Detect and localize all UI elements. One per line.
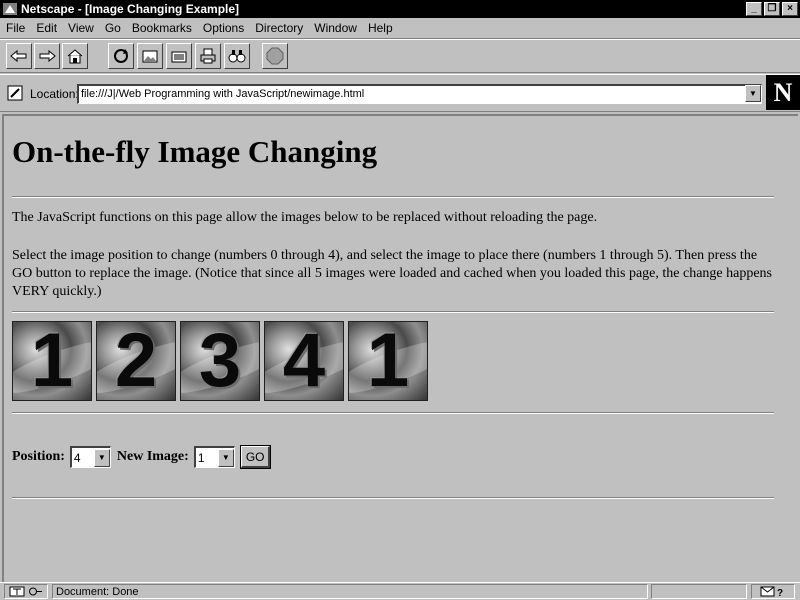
open-button[interactable]: [166, 43, 192, 69]
forward-button[interactable]: [34, 43, 60, 69]
back-button[interactable]: [6, 43, 32, 69]
print-icon: [200, 48, 216, 64]
position-select[interactable]: 4 ▼: [69, 446, 111, 468]
number-image-0: 1: [12, 321, 92, 401]
new-image-label: New Image:: [116, 449, 189, 464]
progress-bar: [651, 584, 747, 599]
images-icon: [142, 50, 158, 63]
horizontal-rule: [12, 311, 774, 313]
position-label: Position:: [12, 449, 65, 464]
print-button[interactable]: [195, 43, 221, 69]
location-label: Location:: [30, 87, 79, 101]
location-bar: Location: file:///J|/Web Programming wit…: [0, 74, 800, 112]
bookmark-page-icon[interactable]: [6, 84, 24, 102]
number-image-3: 4: [264, 321, 344, 401]
number-image-4: 1: [348, 321, 428, 401]
menu-window[interactable]: Window: [308, 21, 362, 35]
location-dropdown-button[interactable]: ▼: [745, 85, 761, 102]
svg-text:?: ?: [777, 588, 783, 597]
back-icon: [10, 49, 27, 63]
menu-go[interactable]: Go: [99, 21, 126, 35]
menu-directory[interactable]: Directory: [249, 21, 308, 35]
title-bar: Netscape - [Image Changing Example] _ ❐ …: [0, 0, 800, 18]
mail-icon[interactable]: ?: [751, 584, 795, 599]
stop-button[interactable]: [262, 43, 288, 69]
menu-bar: File Edit View Go Bookmarks Options Dire…: [0, 18, 800, 39]
go-button[interactable]: GO: [239, 445, 272, 469]
chevron-down-icon: ▼: [93, 448, 110, 467]
window-title: Netscape - [Image Changing Example]: [21, 2, 240, 16]
intro-paragraph: The JavaScript functions on this page al…: [12, 210, 598, 225]
chevron-down-icon: ▼: [217, 448, 234, 467]
location-input[interactable]: file:///J|/Web Programming with JavaScri…: [77, 84, 762, 104]
menu-edit[interactable]: Edit: [30, 21, 62, 35]
number-image-2: 3: [180, 321, 260, 401]
status-bar: Document: Done ?: [0, 582, 800, 600]
horizontal-rule: [12, 497, 774, 499]
home-icon: [67, 49, 83, 64]
menu-view[interactable]: View: [62, 21, 99, 35]
netscape-logo[interactable]: N: [766, 75, 800, 110]
home-button[interactable]: [62, 43, 88, 69]
images-button[interactable]: [137, 43, 163, 69]
minimize-button[interactable]: _: [746, 2, 762, 16]
forward-icon: [39, 49, 56, 63]
security-key-icon[interactable]: [4, 584, 48, 599]
restore-button[interactable]: ❐: [764, 2, 780, 16]
reload-button[interactable]: [108, 43, 134, 69]
horizontal-rule: [12, 412, 774, 414]
page-content: On-the-fly Image Changing The JavaScript…: [2, 114, 798, 582]
find-button[interactable]: [224, 43, 250, 69]
menu-file[interactable]: File: [0, 21, 30, 35]
open-icon: [171, 51, 187, 63]
netscape-app-icon[interactable]: [3, 2, 17, 16]
page-title: On-the-fly Image Changing: [12, 134, 378, 169]
stop-icon: [266, 47, 284, 65]
reload-icon: [114, 49, 128, 63]
menu-options[interactable]: Options: [197, 21, 249, 35]
menu-help[interactable]: Help: [362, 21, 398, 35]
toolbar: [0, 39, 800, 73]
image-change-form: Position: 4 ▼ New Image: 1 ▼ GO: [12, 445, 272, 469]
horizontal-rule: [12, 196, 774, 198]
number-image-1: 2: [96, 321, 176, 401]
image-row: 1 2 3 4 1: [12, 321, 428, 401]
instructions-paragraph: Select the image position to change (num…: [12, 248, 772, 299]
new-image-select[interactable]: 1 ▼: [193, 446, 235, 468]
close-button[interactable]: ×: [782, 2, 798, 16]
status-text: Document: Done: [52, 584, 648, 599]
find-icon: [228, 50, 246, 63]
chevron-down-icon: ▼: [749, 89, 757, 98]
menu-bookmarks[interactable]: Bookmarks: [126, 21, 197, 35]
